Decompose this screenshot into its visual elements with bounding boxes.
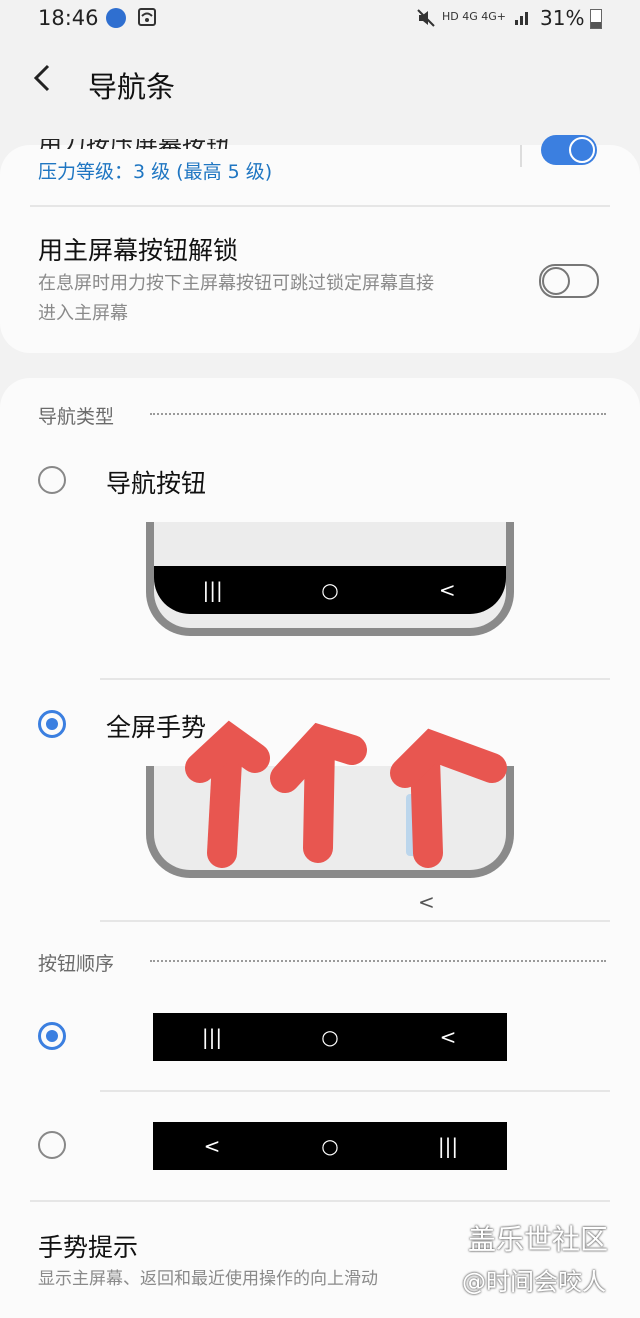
watermark-line2: @时间会咬人	[462, 1268, 606, 1296]
gesture-back-hint-icon: <	[418, 890, 435, 914]
gesture-hint-title[interactable]: 手势提示	[38, 1228, 138, 1264]
recents-icon: |||	[202, 578, 223, 602]
recents-icon: |||	[437, 1134, 459, 1158]
recents-icon: |||	[201, 1025, 223, 1049]
back-icon: <	[203, 1134, 221, 1158]
wifi-icon	[138, 8, 156, 30]
unlock-desc: 在息屏时用力按下主屏幕按钮可跳过锁定屏幕直接 进入主屏幕	[38, 269, 518, 329]
battery-level	[591, 22, 601, 28]
pressure-level-text[interactable]: 压力等级：3 级 (最高 5 级)	[38, 157, 272, 184]
divider	[30, 205, 610, 207]
pressure-title-partial: 用力按压屏幕按钮	[38, 129, 230, 149]
order-b-preview[interactable]: < ○ |||	[153, 1122, 507, 1170]
radio-nav-buttons[interactable]	[38, 466, 66, 494]
status-bar: 18:46 HD 4G 4G+ 31%	[0, 0, 640, 40]
section-dots	[150, 960, 606, 962]
annotation-arrows-icon	[185, 720, 507, 868]
watermark-line1: 盖乐世社区	[468, 1223, 609, 1256]
network-labels: HD 4G 4G+	[442, 10, 506, 23]
divider	[100, 1090, 610, 1092]
app-notification-icon	[106, 8, 126, 28]
divider	[100, 920, 610, 922]
option-nav-buttons-label[interactable]: 导航按钮	[106, 464, 206, 500]
page-title: 导航条	[88, 70, 176, 104]
preview-navbar: ||| ○ <	[154, 566, 506, 614]
toggle-divider	[520, 145, 522, 167]
settings-card-press: 用力按压屏幕按钮 压力等级：3 级 (最高 5 级) 用主屏幕按钮解锁 在息屏时…	[0, 135, 640, 353]
status-time: 18:46	[38, 6, 99, 30]
section-nav-type: 导航类型	[38, 406, 115, 428]
divider	[100, 678, 610, 680]
radio-order-a[interactable]	[38, 1022, 66, 1050]
home-icon: ○	[321, 578, 339, 602]
signal-icon	[514, 8, 532, 30]
divider	[30, 1200, 610, 1202]
unlock-title[interactable]: 用主屏幕按钮解锁	[38, 231, 238, 267]
battery-percent: 31%	[540, 6, 585, 30]
radio-gestures[interactable]	[38, 710, 66, 738]
order-a-preview[interactable]: ||| ○ <	[153, 1013, 507, 1061]
mute-icon	[416, 8, 436, 32]
nav-buttons-preview[interactable]: ||| ○ <	[146, 522, 514, 636]
home-icon: ○	[321, 1025, 339, 1049]
back-button[interactable]	[30, 62, 60, 102]
unlock-desc-line1: 在息屏时用力按下主屏幕按钮可跳过锁定屏幕直接	[38, 273, 434, 294]
settings-card-navigation: 导航类型 导航按钮 ||| ○ < 全屏手势 < 按钮顺序 ||| ○ < < …	[0, 378, 640, 1318]
unlock-toggle[interactable]	[539, 264, 599, 298]
section-dots	[150, 413, 606, 415]
radio-order-b[interactable]	[38, 1131, 66, 1159]
section-button-order: 按钮顺序	[38, 953, 115, 975]
battery-icon	[590, 9, 602, 29]
home-icon: ○	[321, 1134, 339, 1158]
chevron-left-icon	[33, 64, 50, 92]
gesture-hint-desc: 显示主屏幕、返回和最近使用操作的向上滑动	[38, 1269, 378, 1289]
back-icon: <	[439, 1025, 457, 1049]
unlock-desc-line2: 进入主屏幕	[38, 303, 128, 324]
back-icon: <	[438, 578, 456, 602]
pressure-toggle[interactable]	[541, 135, 597, 165]
